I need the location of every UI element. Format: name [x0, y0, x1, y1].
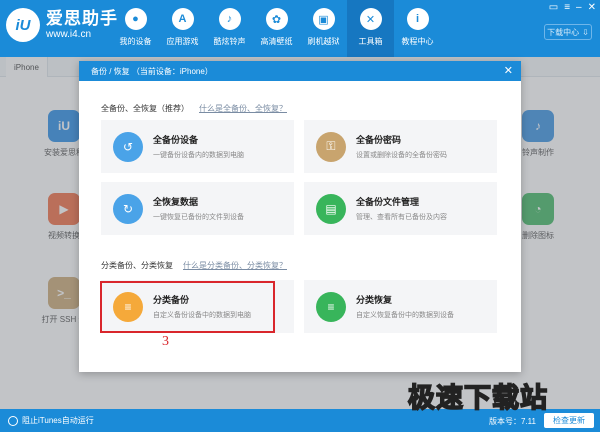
toggle-icon — [8, 415, 18, 426]
close-icon[interactable]: ✕ — [504, 64, 513, 77]
nav-ringtones[interactable]: ♪ 酷炫铃声 — [206, 0, 253, 57]
restore-clock-icon: ↻ — [113, 193, 143, 224]
bell-icon: ♪ — [218, 8, 241, 30]
nav-apps-games[interactable]: A 应用游戏 — [159, 0, 206, 57]
box-icon: ▣ — [312, 8, 335, 30]
category-backup-help-link[interactable]: 什么是分类备份、分类恢复？ — [183, 260, 287, 271]
app-name: 爱思助手 — [46, 8, 118, 28]
highlight-box — [100, 281, 275, 333]
watermark: 极速下载站 — [407, 382, 548, 415]
nav-my-device[interactable]: ● 我的设备 — [112, 0, 159, 57]
full-backup-section-title: 全备份、全恢复（推荐） 什么是全备份、全恢复？ — [101, 103, 287, 114]
logo-badge: iU — [6, 8, 40, 42]
info-icon: i — [406, 8, 429, 30]
category-restore-icon: ≡ — [316, 291, 346, 322]
flower-icon: ✿ — [265, 8, 288, 30]
download-center-button[interactable]: 下载中心 ⇩ — [544, 24, 592, 40]
main-nav: ● 我的设备 A 应用游戏 ♪ 酷炫铃声 ✿ 高清壁纸 ▣ 刷机越狱 ✕ 工具箱… — [112, 0, 441, 57]
app-store-icon: A — [171, 8, 194, 30]
dialog-title: 备份 / 恢复 （当前设备：iPhone） — [91, 66, 213, 76]
tools-icon: ✕ — [359, 8, 382, 30]
folder-icon: ▤ — [316, 193, 346, 224]
download-icon: ⇩ — [582, 27, 589, 37]
close-window-icon[interactable]: ✕ — [588, 2, 596, 13]
full-backup-help-link[interactable]: 什么是全备份、全恢复？ — [199, 103, 287, 114]
nav-flash-jailbreak[interactable]: ▣ 刷机越狱 — [300, 0, 347, 57]
lock-icon: ⚿ — [316, 131, 346, 162]
dialog-header: 备份 / 恢复 （当前设备：iPhone） ✕ — [79, 61, 521, 81]
category-backup-section-title: 分类备份、分类恢复 什么是分类备份、分类恢复？ — [101, 260, 287, 271]
block-itunes-toggle[interactable]: 阻止iTunes自动运行 — [8, 415, 94, 426]
skin-icon[interactable]: ▭ — [549, 2, 558, 13]
card-category-restore[interactable]: ≡ 分类恢复 自定义恢复备份中的数据到设备 — [304, 280, 497, 333]
window-controls: ▭ ≡ – ✕ — [549, 2, 596, 13]
card-backup-password[interactable]: ⚿ 全备份密码 设置或删除设备的全备份密码 — [304, 120, 497, 173]
card-full-backup[interactable]: ↺ 全备份设备 一键备份设备内的数据到电脑 — [101, 120, 294, 173]
menu-icon[interactable]: ≡ — [564, 2, 570, 13]
card-full-restore[interactable]: ↻ 全恢复数据 一键恢复已备份的文件到设备 — [101, 182, 294, 235]
app-url: www.i4.cn — [46, 28, 92, 40]
backup-clock-icon: ↺ — [113, 131, 143, 162]
nav-tutorials[interactable]: i 教程中心 — [394, 0, 441, 57]
top-bar: iU 爱思助手 www.i4.cn ● 我的设备 A 应用游戏 ♪ 酷炫铃声 ✿… — [0, 0, 600, 57]
app-logo: iU 爱思助手 www.i4.cn — [6, 8, 118, 42]
card-backup-file-manager[interactable]: ▤ 全备份文件管理 管理、查看所有已备份及内容 — [304, 182, 497, 235]
nav-toolbox[interactable]: ✕ 工具箱 — [347, 0, 394, 57]
version-label: 版本号：7.11 — [489, 417, 536, 426]
minimize-icon[interactable]: – — [576, 2, 582, 13]
check-update-button[interactable]: 检查更新 — [544, 413, 594, 428]
annotation-number: 3 — [162, 334, 169, 349]
apple-icon: ● — [124, 8, 147, 30]
nav-wallpapers[interactable]: ✿ 高清壁纸 — [253, 0, 300, 57]
